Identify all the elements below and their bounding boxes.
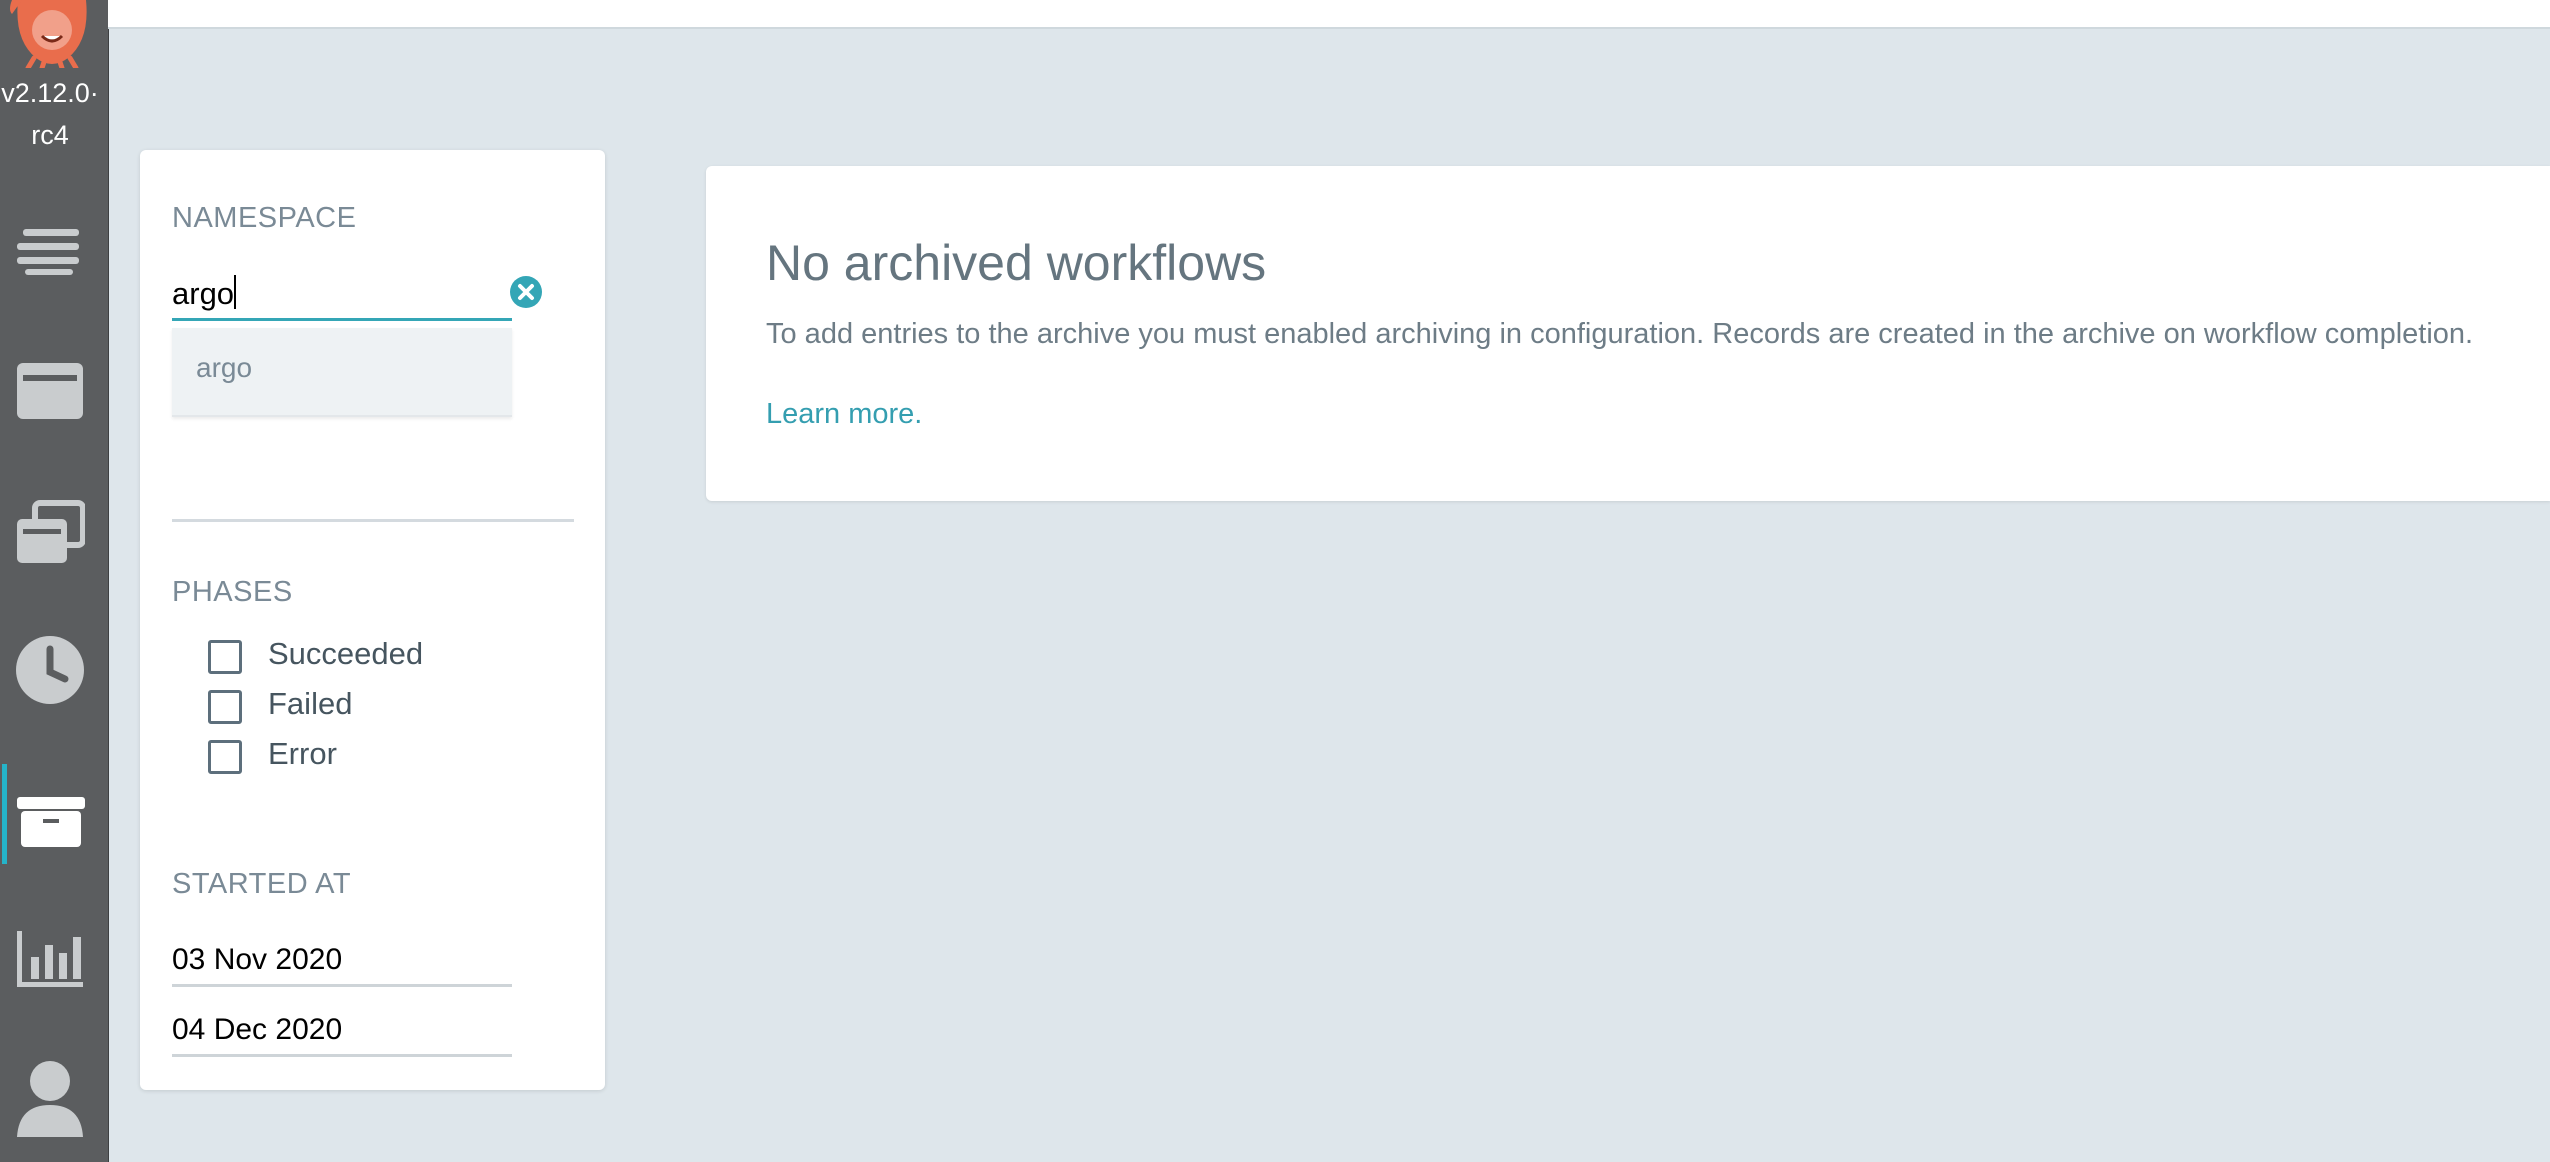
filters-panel: NAMESPACE argo argo PHASES Succeeded Fai… <box>140 150 605 1090</box>
phase-failed-label: Failed <box>268 686 353 721</box>
learn-more-link[interactable]: Learn more. <box>766 398 922 431</box>
argo-logo-icon[interactable] <box>4 0 100 71</box>
sidebar-item-archived-workflows[interactable] <box>0 764 106 864</box>
namespace-dropdown: argo <box>172 328 512 417</box>
namespace-option-argo[interactable]: argo <box>196 352 252 384</box>
user-icon <box>17 1061 83 1137</box>
namespace-title: NAMESPACE <box>172 202 357 234</box>
workflow-templates-icon <box>17 363 83 419</box>
text-cursor <box>234 275 237 309</box>
cluster-workflow-templates-icon <box>17 500 85 563</box>
version-line-1: v2.12.0· <box>1 78 99 108</box>
clear-icon <box>510 276 542 308</box>
started-from-date-input[interactable]: 03 Nov 2020 <box>172 936 512 987</box>
phase-failed-checkbox[interactable] <box>208 690 242 724</box>
empty-state-title: No archived workflows <box>766 235 1267 291</box>
phase-error-checkbox[interactable] <box>208 740 242 774</box>
phases-title: PHASES <box>172 576 293 608</box>
namespace-input-value: argo <box>172 276 235 311</box>
sidebar-item-reports[interactable] <box>0 904 106 1004</box>
section-divider <box>172 519 574 522</box>
started-to-date-input[interactable]: 04 Dec 2020 <box>172 1006 512 1057</box>
archived-workflows-icon <box>17 797 85 847</box>
sidebar-item-cluster-workflow-templates[interactable] <box>0 480 106 580</box>
empty-state-description: To add entries to the archive you must e… <box>766 318 2474 350</box>
reports-icon <box>17 931 83 987</box>
phase-succeeded-label: Succeeded <box>268 636 424 671</box>
version-line-2: rc4 <box>31 120 69 150</box>
version-label: v2.12.0· rc4 <box>0 72 100 156</box>
phase-succeeded-checkbox[interactable] <box>208 640 242 674</box>
clear-namespace-button[interactable] <box>509 275 543 309</box>
namespace-input[interactable]: argo <box>172 270 512 321</box>
sidebar: v2.12.0· rc4 <box>0 0 109 1162</box>
top-bar <box>108 0 2550 29</box>
sidebar-item-workflows[interactable] <box>0 196 106 296</box>
started-at-title: STARTED AT <box>172 868 352 900</box>
cron-workflows-icon <box>16 636 84 704</box>
empty-state-card: No archived workflows To add entries to … <box>706 166 2550 501</box>
sidebar-item-cron-workflows[interactable] <box>0 620 106 720</box>
workflows-icon <box>17 229 79 275</box>
phase-error-label: Error <box>268 736 337 771</box>
sidebar-item-user[interactable] <box>0 1044 106 1144</box>
sidebar-item-workflow-templates[interactable] <box>0 338 106 438</box>
